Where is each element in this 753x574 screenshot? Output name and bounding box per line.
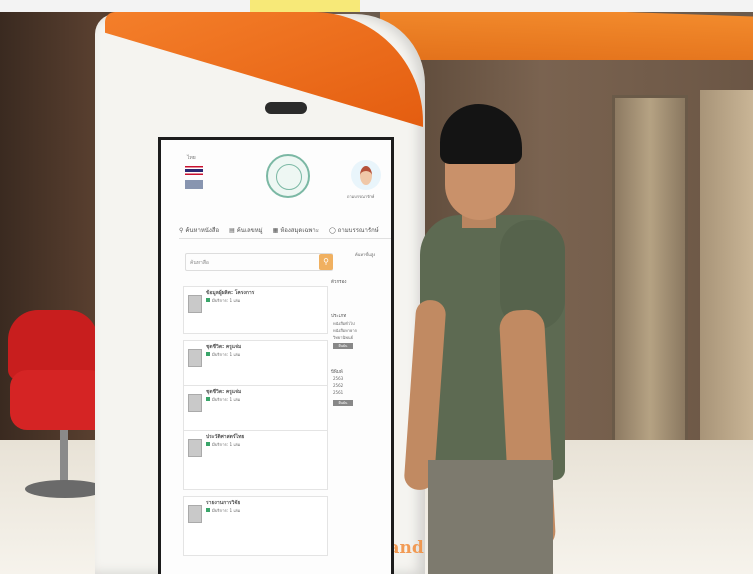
available-icon [206,298,210,302]
filter-heading: ตัวกรอง [331,280,347,285]
chat-icon: ◯ [329,226,336,234]
tab-label: ห้องสมุดเฉพาะ [280,227,319,234]
apply-filter-button[interactable]: ยืนยัน [333,343,353,349]
tab-bar: ⚲ ค้นหาหนังสือ ▤ ค้นเลขหมู่ ▦ ห้องสมุดเฉพาะ… [179,222,391,239]
type-item[interactable]: วิทยานิพนธ์ [333,334,353,341]
result-meta: มีบริการ: 1 เล่ม [206,441,324,448]
search-icon: ⚲ [179,226,184,234]
available-icon [206,352,210,356]
book-cover-icon [188,439,202,457]
book-cover-icon [188,505,202,523]
result-meta: มีบริการ: 1 เล่ม [206,351,324,358]
result-title: รายงานการวิจัย [206,500,241,506]
tab-label: ค้นเลขหมู่ [236,227,263,234]
librarian-avatar[interactable] [351,160,381,190]
chair-stem [60,430,68,485]
logo-seal-icon [276,164,302,190]
tab-label: ค้นหาหนังสือ [185,227,220,234]
elevator-door-2 [700,90,753,445]
result-meta-text: มีบริการ: 1 เล่ม [212,352,241,357]
yellow-decoration [250,0,360,12]
year-item[interactable]: 2562 [333,383,343,388]
result-meta-text: มีบริการ: 1 เล่ม [212,508,241,513]
book-icon: ▤ [229,226,235,234]
tab-special-library[interactable]: ▦ ห้องสมุดเฉพาะ [273,222,319,238]
result-title: ประวัติศาสตร์ไทย [206,434,245,440]
type-heading: ประเภท [331,314,347,319]
avatar-face-icon [360,166,372,185]
book-cover-icon [188,295,202,313]
result-meta: มีบริการ: 1 เล่ม [206,297,324,304]
kiosk-screen[interactable]: ไทย ถามบรรณารักษ์ ⚲ ค้นหาหนังสือ ▤ ค้นเลขห… [158,137,394,574]
tab-ask-librarian[interactable]: ◯ ถามบรรณารักษ์ [329,222,379,238]
search-button[interactable]: ⚲ [319,254,333,270]
library-logo [266,154,310,198]
type-item[interactable]: หนังสือทั่วไป [333,320,355,327]
result-title: ชุดชีวิต: ครูแจ่ม [206,389,242,395]
person-pants [428,460,553,574]
avatar-label: ถามบรรณารักษ์ [347,194,375,199]
kiosk-camera [265,102,307,114]
elevator-door [612,95,688,451]
library-icon: ▦ [272,226,279,234]
result-meta-text: มีบริการ: 1 เล่ม [212,397,241,402]
year-heading: ปีพิมพ์ [331,370,343,375]
result-title: ข้อมูลผู้ผลิต: โครงการ [206,290,255,296]
photo-scene: of Thailand ไทย ถามบรรณารักษ์ ⚲ค้นหาหนัง… [0,0,753,574]
year-item[interactable]: 2561 [333,390,343,395]
book-cover-icon [188,349,202,367]
top-strip [0,0,753,12]
result-meta: มีบริการ: 1 เล่ม [206,507,324,514]
tab-search-books[interactable]: ⚲ ค้นหาหนังสือ [179,222,219,238]
english-flag-icon[interactable] [185,180,203,189]
available-icon [206,442,210,446]
available-icon [206,397,210,401]
search-icon: ⚲ [323,257,329,266]
tab-call-number[interactable]: ▤ ค้นเลขหมู่ [229,222,263,238]
year-item[interactable]: 2563 [333,376,343,381]
language-label[interactable]: ไทย [187,154,196,162]
result-item[interactable]: ชุดชีวิต: ครูแจ่ม มีบริการ: 1 เล่ม [183,385,328,433]
result-meta-text: มีบริการ: 1 เล่ม [212,298,241,303]
result-item[interactable]: ประวัติศาสตร์ไทย มีบริการ: 1 เล่ม [183,430,328,490]
result-item[interactable]: รายงานการวิจัย มีบริการ: 1 เล่ม [183,496,328,556]
book-cover-icon [188,394,202,412]
result-item[interactable]: ชุดชีวิต: ครูแจ่ม มีบริการ: 1 เล่ม [183,340,328,388]
type-item[interactable]: หนังสือหายาก [333,327,357,334]
available-icon [206,508,210,512]
result-title: ชุดชีวิต: ครูแจ่ม [206,344,242,350]
chair-base [25,480,105,498]
tab-label: ถามบรรณารักษ์ [337,227,379,234]
result-item[interactable]: ข้อมูลผู้ผลิต: โครงการ มีบริการ: 1 เล่ม [183,286,328,334]
result-meta: มีบริการ: 1 เล่ม [206,396,324,403]
advanced-search-link[interactable]: ค้นหาขั้นสูง [355,252,375,258]
thai-flag-icon[interactable] [185,166,203,175]
search-input[interactable]: ค้นหาสือ [185,253,333,271]
apply-year-button[interactable]: ยืนยัน [333,400,353,406]
result-meta-text: มีบริการ: 1 เล่ม [212,442,241,447]
